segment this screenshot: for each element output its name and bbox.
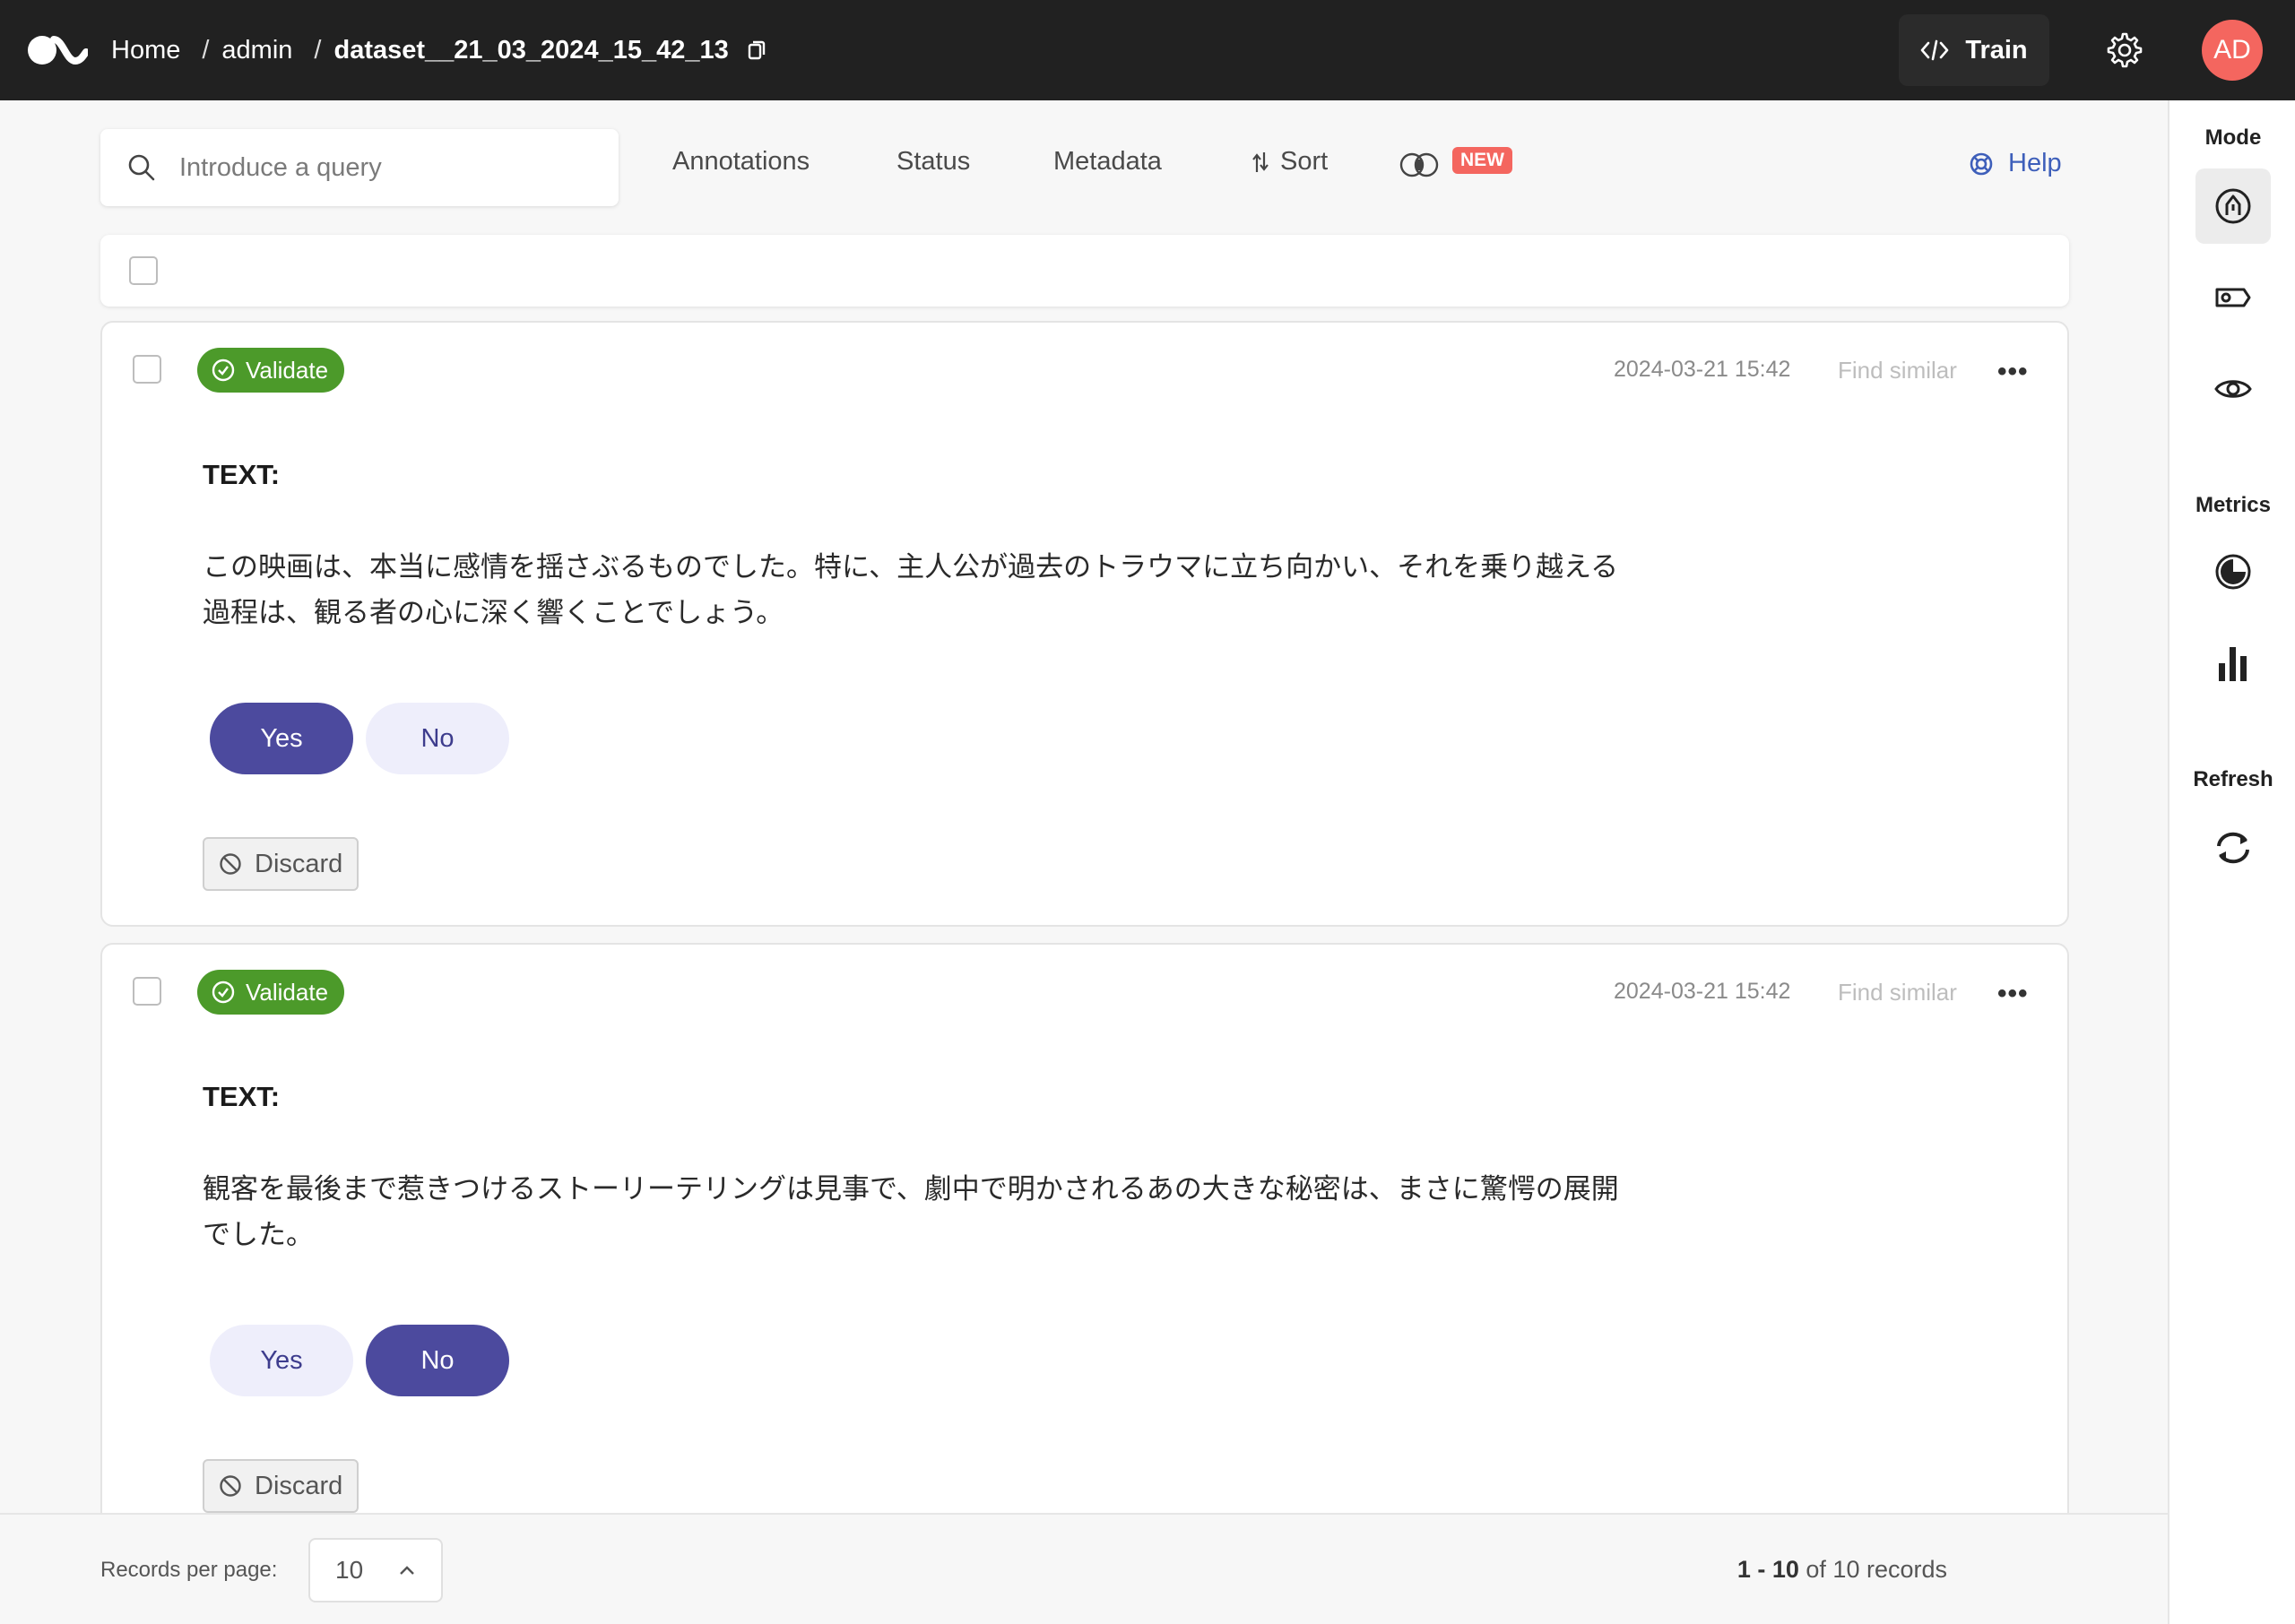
refresh-icon [2217,832,2249,864]
copy-icon[interactable] [745,39,768,62]
field-text: 観客を最後まで惹きつけるストーリーテリングは見事で、劇中で明かされるあの大きな秘… [203,1173,1619,1251]
breadcrumb-admin[interactable]: admin [221,36,292,65]
find-similar-button[interactable]: Find similar [1838,979,1957,1006]
breadcrumb-separator: / [314,35,322,65]
record-checkbox[interactable] [133,355,161,384]
check-circle-icon [212,358,235,382]
records-count: 1 - 10 of 10 records [1737,1556,1947,1584]
review-mode-icon [2214,380,2252,398]
mode-title: Mode [2204,125,2262,150]
sort-label: Sort [1280,147,1329,176]
records-total: of 10 records [1806,1556,1947,1583]
annotate-mode-button[interactable] [2195,168,2271,244]
breadcrumb-home[interactable]: Home [111,36,180,65]
ban-icon [220,853,241,875]
record-card: Validate 2024-03-21 15:42 Find similar •… [100,943,2069,1570]
refresh-button[interactable] [2195,810,2271,885]
settings-gear-icon[interactable] [2105,30,2144,70]
check-circle-icon [212,980,235,1004]
option-yes-button[interactable]: Yes [210,1325,353,1396]
filter-metadata[interactable]: Metadata [1053,147,1162,177]
help-label: Help [2008,149,2062,177]
user-avatar[interactable]: AD [2202,20,2263,81]
discard-label: Discard [255,1471,343,1500]
help-lifebuoy-icon [1970,152,1993,175]
more-options-icon[interactable]: ••• [1997,979,2029,1009]
field-text: この映画は、本当に感情を揺さぶるものでした。特に、主人公が過去のトラウマに立ち向… [203,551,1619,629]
option-yes-button[interactable]: Yes [210,703,353,774]
search-box [100,129,619,206]
option-no-button[interactable]: No [366,703,509,774]
status-label: Validate [246,978,329,1006]
more-options-icon[interactable]: ••• [1997,357,2029,387]
code-icon [1921,39,1949,61]
option-no-button[interactable]: No [366,1325,509,1396]
status-label: Validate [246,356,329,384]
records-per-page-label: Records per page: [100,1558,278,1582]
find-similar-button[interactable]: Find similar [1838,357,1957,384]
records-range: 1 - 10 [1736,1556,1799,1583]
filter-status[interactable]: Status [896,147,970,177]
refresh-title: Refresh [2193,767,2273,791]
pagination-footer: Records per page: 10 1 - 10 of 10 record… [0,1513,2168,1624]
filter-annotations[interactable]: Annotations [672,147,810,177]
record-timestamp: 2024-03-21 15:42 [1614,979,1791,1004]
discard-button[interactable]: Discard [203,837,359,891]
metrics-title: Metrics [2195,493,2272,517]
records-per-page-value: 10 [335,1556,364,1584]
bar-chart-icon [2219,647,2247,681]
top-bar: Home / admin / dataset__21_03_2024_15_42… [0,0,2295,100]
status-badge: Validate [197,348,345,393]
breadcrumb-dataset: dataset__21_03_2024_15_42_13 [333,35,729,65]
review-mode-button[interactable] [2195,351,2271,427]
right-sidebar: Mode Metrics Refresh [2168,100,2295,1624]
field-name: TEXT: [203,1081,281,1112]
field-name: TEXT: [203,459,281,490]
discard-button[interactable]: Discard [203,1459,359,1513]
progress-icon [2215,554,2251,590]
label-mode-button[interactable] [2195,260,2271,335]
search-input[interactable] [179,152,574,183]
breadcrumb: Home / admin / dataset__21_03_2024_15_42… [111,0,768,100]
sort-button[interactable]: Sort [1251,147,1328,177]
breadcrumb-separator: / [202,35,210,65]
label-mode-icon [2215,288,2251,307]
record-checkbox[interactable] [133,977,161,1006]
train-button[interactable]: Train [1899,14,2049,86]
stats-metrics-button[interactable] [2195,626,2271,701]
chevron-up-icon [400,1566,414,1575]
record-card: Validate 2024-03-21 15:42 Find similar •… [100,321,2069,927]
train-label: Train [1965,35,2028,65]
annotate-mode-icon [2215,188,2251,224]
search-icon [128,154,155,181]
sort-icon [1252,151,1269,172]
record-timestamp: 2024-03-21 15:42 [1614,357,1791,382]
progress-metrics-button[interactable] [2195,534,2271,609]
discard-label: Discard [255,849,343,878]
records-per-page-select[interactable]: 10 [308,1538,443,1602]
help-link[interactable]: Help [1969,149,2062,178]
ban-icon [220,1475,241,1497]
similarity-search-icon[interactable] [1399,151,1440,179]
select-all-checkbox[interactable] [129,256,158,285]
new-badge: NEW [1452,147,1512,174]
app-logo-icon[interactable] [27,34,88,66]
status-badge: Validate [197,970,345,1015]
select-all-bar [100,235,2069,307]
